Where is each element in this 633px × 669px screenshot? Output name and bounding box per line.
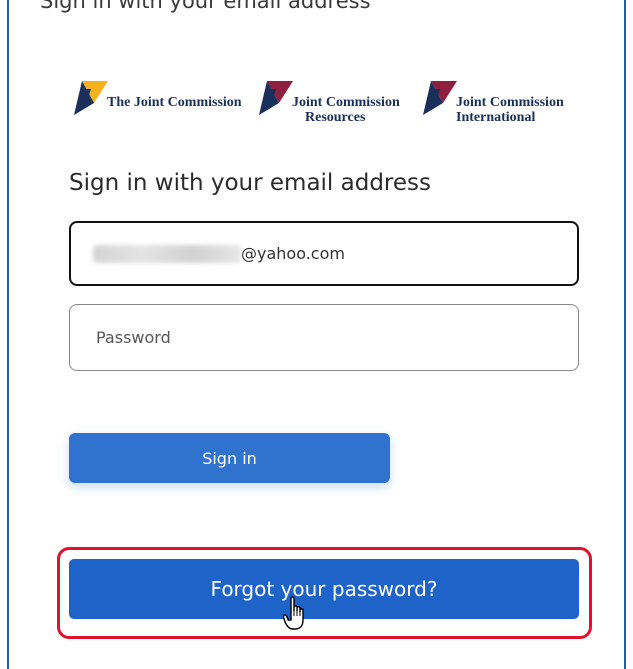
- forgot-password-button[interactable]: Forgot your password?: [69, 559, 579, 619]
- email-field[interactable]: @yahoo.com: [69, 221, 579, 286]
- jci-logo-mark-icon: [423, 81, 457, 115]
- logo-joint-commission-international: Joint Commission International: [423, 81, 583, 137]
- logo-text: The Joint Commission: [107, 95, 242, 110]
- redacted-email-username: [93, 245, 241, 263]
- email-field-value: @yahoo.com: [241, 244, 345, 263]
- top-cropped-text-strip: Sign in with your email address: [0, 0, 633, 14]
- window-frame-right: [624, 0, 626, 669]
- logo-text: Joint Commission International: [456, 95, 564, 125]
- jc-logo-mark-icon: [74, 81, 108, 115]
- logo-joint-commission-resources: Joint Commission Resources: [259, 81, 409, 137]
- top-cropped-text: Sign in with your email address: [40, 0, 371, 13]
- window-frame-left: [7, 0, 9, 669]
- hand-pointer-cursor-icon: [283, 596, 304, 630]
- logo-row: The Joint Commission Joint Commission Re…: [74, 81, 584, 137]
- jcr-logo-mark-icon: [259, 81, 293, 115]
- password-field[interactable]: Password: [69, 304, 579, 371]
- logo-text: Joint Commission Resources: [292, 95, 400, 125]
- password-placeholder: Password: [96, 328, 171, 347]
- sign-in-button[interactable]: Sign in: [69, 433, 390, 483]
- page-title: Sign in with your email address: [69, 170, 431, 196]
- logo-the-joint-commission: The Joint Commission: [74, 81, 249, 137]
